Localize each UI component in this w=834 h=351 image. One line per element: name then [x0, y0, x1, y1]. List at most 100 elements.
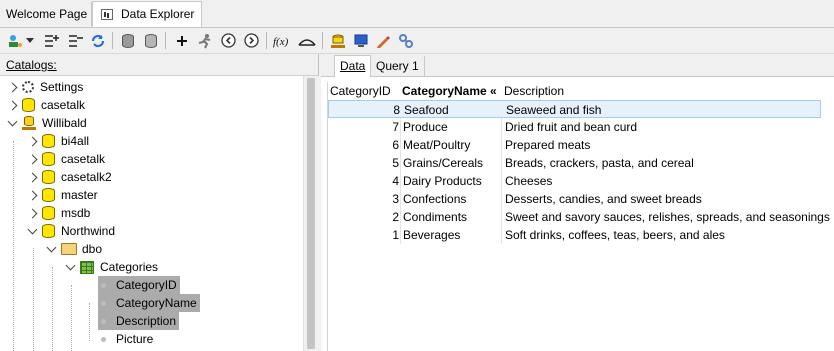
- data-grid: CategoryID CategoryName « Description 8 …: [327, 82, 834, 351]
- tree-item-settings[interactable]: Settings: [7, 78, 83, 96]
- document-tabs: Welcome Page Data Explorer: [0, 0, 834, 28]
- chevron-right-icon[interactable]: [7, 82, 18, 92]
- table-row[interactable]: 4 Dairy Products Cheeses: [328, 172, 821, 190]
- pencil-icon[interactable]: [374, 32, 392, 49]
- tree-item-label: Description: [116, 314, 177, 328]
- tree-guide-line: [33, 248, 34, 351]
- column-header-categoryname[interactable]: CategoryName «: [402, 82, 497, 100]
- expand-all-icon[interactable]: [42, 32, 60, 49]
- cell-categoryid: 5: [392, 156, 399, 170]
- database-icon: [42, 134, 55, 148]
- monitor-icon[interactable]: [352, 32, 370, 49]
- chevron-right-icon[interactable]: [27, 190, 38, 200]
- tab-query-1[interactable]: Query 1: [371, 56, 425, 76]
- chevron-right-icon[interactable]: [27, 208, 38, 218]
- table-row[interactable]: 2 Condiments Sweet and savory sauces, re…: [328, 208, 830, 226]
- tree-item-label: msdb: [61, 206, 91, 220]
- database-gray-icon[interactable]: [119, 32, 137, 49]
- database-open-icon[interactable]: [142, 32, 160, 49]
- tree-item-willibald[interactable]: Willibald: [7, 114, 87, 132]
- database-icon: [42, 170, 55, 184]
- chevron-right-icon[interactable]: [27, 154, 38, 164]
- tree-item-bi4all[interactable]: bi4all: [27, 132, 89, 150]
- table-row[interactable]: 6 Meat/Poultry Prepared meats: [328, 136, 821, 154]
- column-header-categoryid[interactable]: CategoryID: [330, 82, 391, 100]
- toolbar-separator: [112, 32, 113, 49]
- bridge-icon[interactable]: [298, 32, 316, 49]
- tab-data-explorer[interactable]: Data Explorer: [92, 1, 202, 27]
- tree-item-dbo[interactable]: dbo: [46, 240, 102, 258]
- tree-guide-line: [52, 267, 53, 351]
- chevron-down-icon[interactable]: [7, 116, 18, 126]
- cell-description: Cheeses: [505, 174, 553, 188]
- tree-item-column-categoryid[interactable]: CategoryID: [98, 276, 180, 294]
- cell-categoryname: Seafood: [404, 103, 449, 117]
- forward-icon[interactable]: [242, 32, 260, 49]
- tree-item-categories[interactable]: Categories: [65, 258, 158, 276]
- cell-categoryname: Beverages: [403, 228, 461, 242]
- table-row[interactable]: 5 Grains/Cereals Breads, crackers, pasta…: [328, 154, 821, 172]
- back-icon[interactable]: [219, 32, 237, 49]
- column-header-description[interactable]: Description: [504, 82, 564, 100]
- cell-categoryid: 7: [392, 120, 399, 134]
- chevron-right-icon[interactable]: [27, 136, 38, 146]
- tree-item-casetalk[interactable]: casetalk: [7, 96, 85, 114]
- tree-item-msdb[interactable]: msdb: [27, 204, 91, 222]
- data-explorer-icon: [101, 9, 113, 20]
- tree-item-column-picture[interactable]: Picture: [101, 330, 153, 348]
- tab-data[interactable]: Data: [334, 55, 372, 77]
- cell-categoryname: Meat/Poultry: [403, 138, 471, 152]
- table-row[interactable]: 3 Confections Desserts, candies, and swe…: [328, 190, 821, 208]
- table-icon: [80, 260, 94, 274]
- function-icon[interactable]: f(x): [273, 32, 293, 49]
- refresh-icon[interactable]: [89, 32, 107, 49]
- link-icon[interactable]: [397, 32, 415, 49]
- collapse-all-icon[interactable]: [66, 32, 84, 49]
- server-icon[interactable]: [329, 32, 347, 49]
- tree-item-casetalk[interactable]: casetalk: [27, 150, 105, 168]
- scrollbar-thumb[interactable]: [307, 78, 315, 349]
- toolbar-separator: [165, 32, 166, 49]
- gear-icon: [22, 81, 34, 93]
- tree-item-northwind[interactable]: Northwind: [27, 222, 116, 240]
- catalog-tree: Settings casetalk Willibald bi4all caset…: [0, 78, 302, 351]
- tree-scrollbar[interactable]: [303, 76, 319, 351]
- database-icon: [42, 152, 55, 166]
- add-icon[interactable]: [173, 32, 191, 49]
- column-icon: [101, 336, 106, 342]
- cell-categoryid: 8: [393, 103, 400, 117]
- cell-categoryid: 2: [392, 210, 399, 224]
- tree-item-label: Willibald: [42, 116, 87, 130]
- tree-guide-line: [89, 303, 90, 341]
- svg-text:f(x): f(x): [273, 36, 289, 48]
- tree-item-column-categoryname[interactable]: CategoryName: [98, 294, 200, 312]
- dropdown-arrow-icon[interactable]: [25, 32, 35, 49]
- table-row[interactable]: 1 Beverages Soft drinks, coffees, teas, …: [328, 226, 821, 244]
- tree-item-column-description[interactable]: Description: [98, 312, 180, 330]
- tree-item-label: Picture: [116, 332, 154, 346]
- cell-categoryid: 3: [392, 192, 399, 206]
- toolbar: f(x): [0, 28, 834, 54]
- run-icon[interactable]: [196, 32, 214, 49]
- chevron-right-icon[interactable]: [27, 172, 38, 182]
- tree-item-label: master: [61, 188, 98, 202]
- chevron-down-icon[interactable]: [46, 242, 57, 252]
- tree-item-casetalk2[interactable]: casetalk2: [27, 168, 112, 186]
- database-icon: [22, 98, 35, 112]
- cell-categoryname: Condiments: [403, 210, 468, 224]
- tree-item-master[interactable]: master: [27, 186, 98, 204]
- cell-categoryid: 4: [392, 174, 399, 188]
- catalogs-panel: Catalogs: Settings casetalk Willibald bi…: [0, 54, 319, 351]
- database-icon: [42, 188, 55, 202]
- table-row[interactable]: 7 Produce Dried fruit and bean curd: [328, 118, 821, 136]
- tree-item-label: Northwind: [61, 224, 116, 238]
- server-icon: [22, 116, 36, 130]
- chevron-down-icon[interactable]: [65, 260, 76, 270]
- chevron-right-icon[interactable]: [7, 100, 18, 110]
- tab-welcome-page[interactable]: Welcome Page: [0, 2, 92, 26]
- chevron-down-icon[interactable]: [27, 224, 38, 234]
- cell-description: Soft drinks, coffees, teas, beers, and a…: [505, 228, 725, 242]
- connect-icon[interactable]: [6, 32, 24, 49]
- cell-description: Seaweed and fish: [506, 103, 602, 117]
- table-row[interactable]: 8 Seafood Seaweed and fish: [328, 100, 821, 118]
